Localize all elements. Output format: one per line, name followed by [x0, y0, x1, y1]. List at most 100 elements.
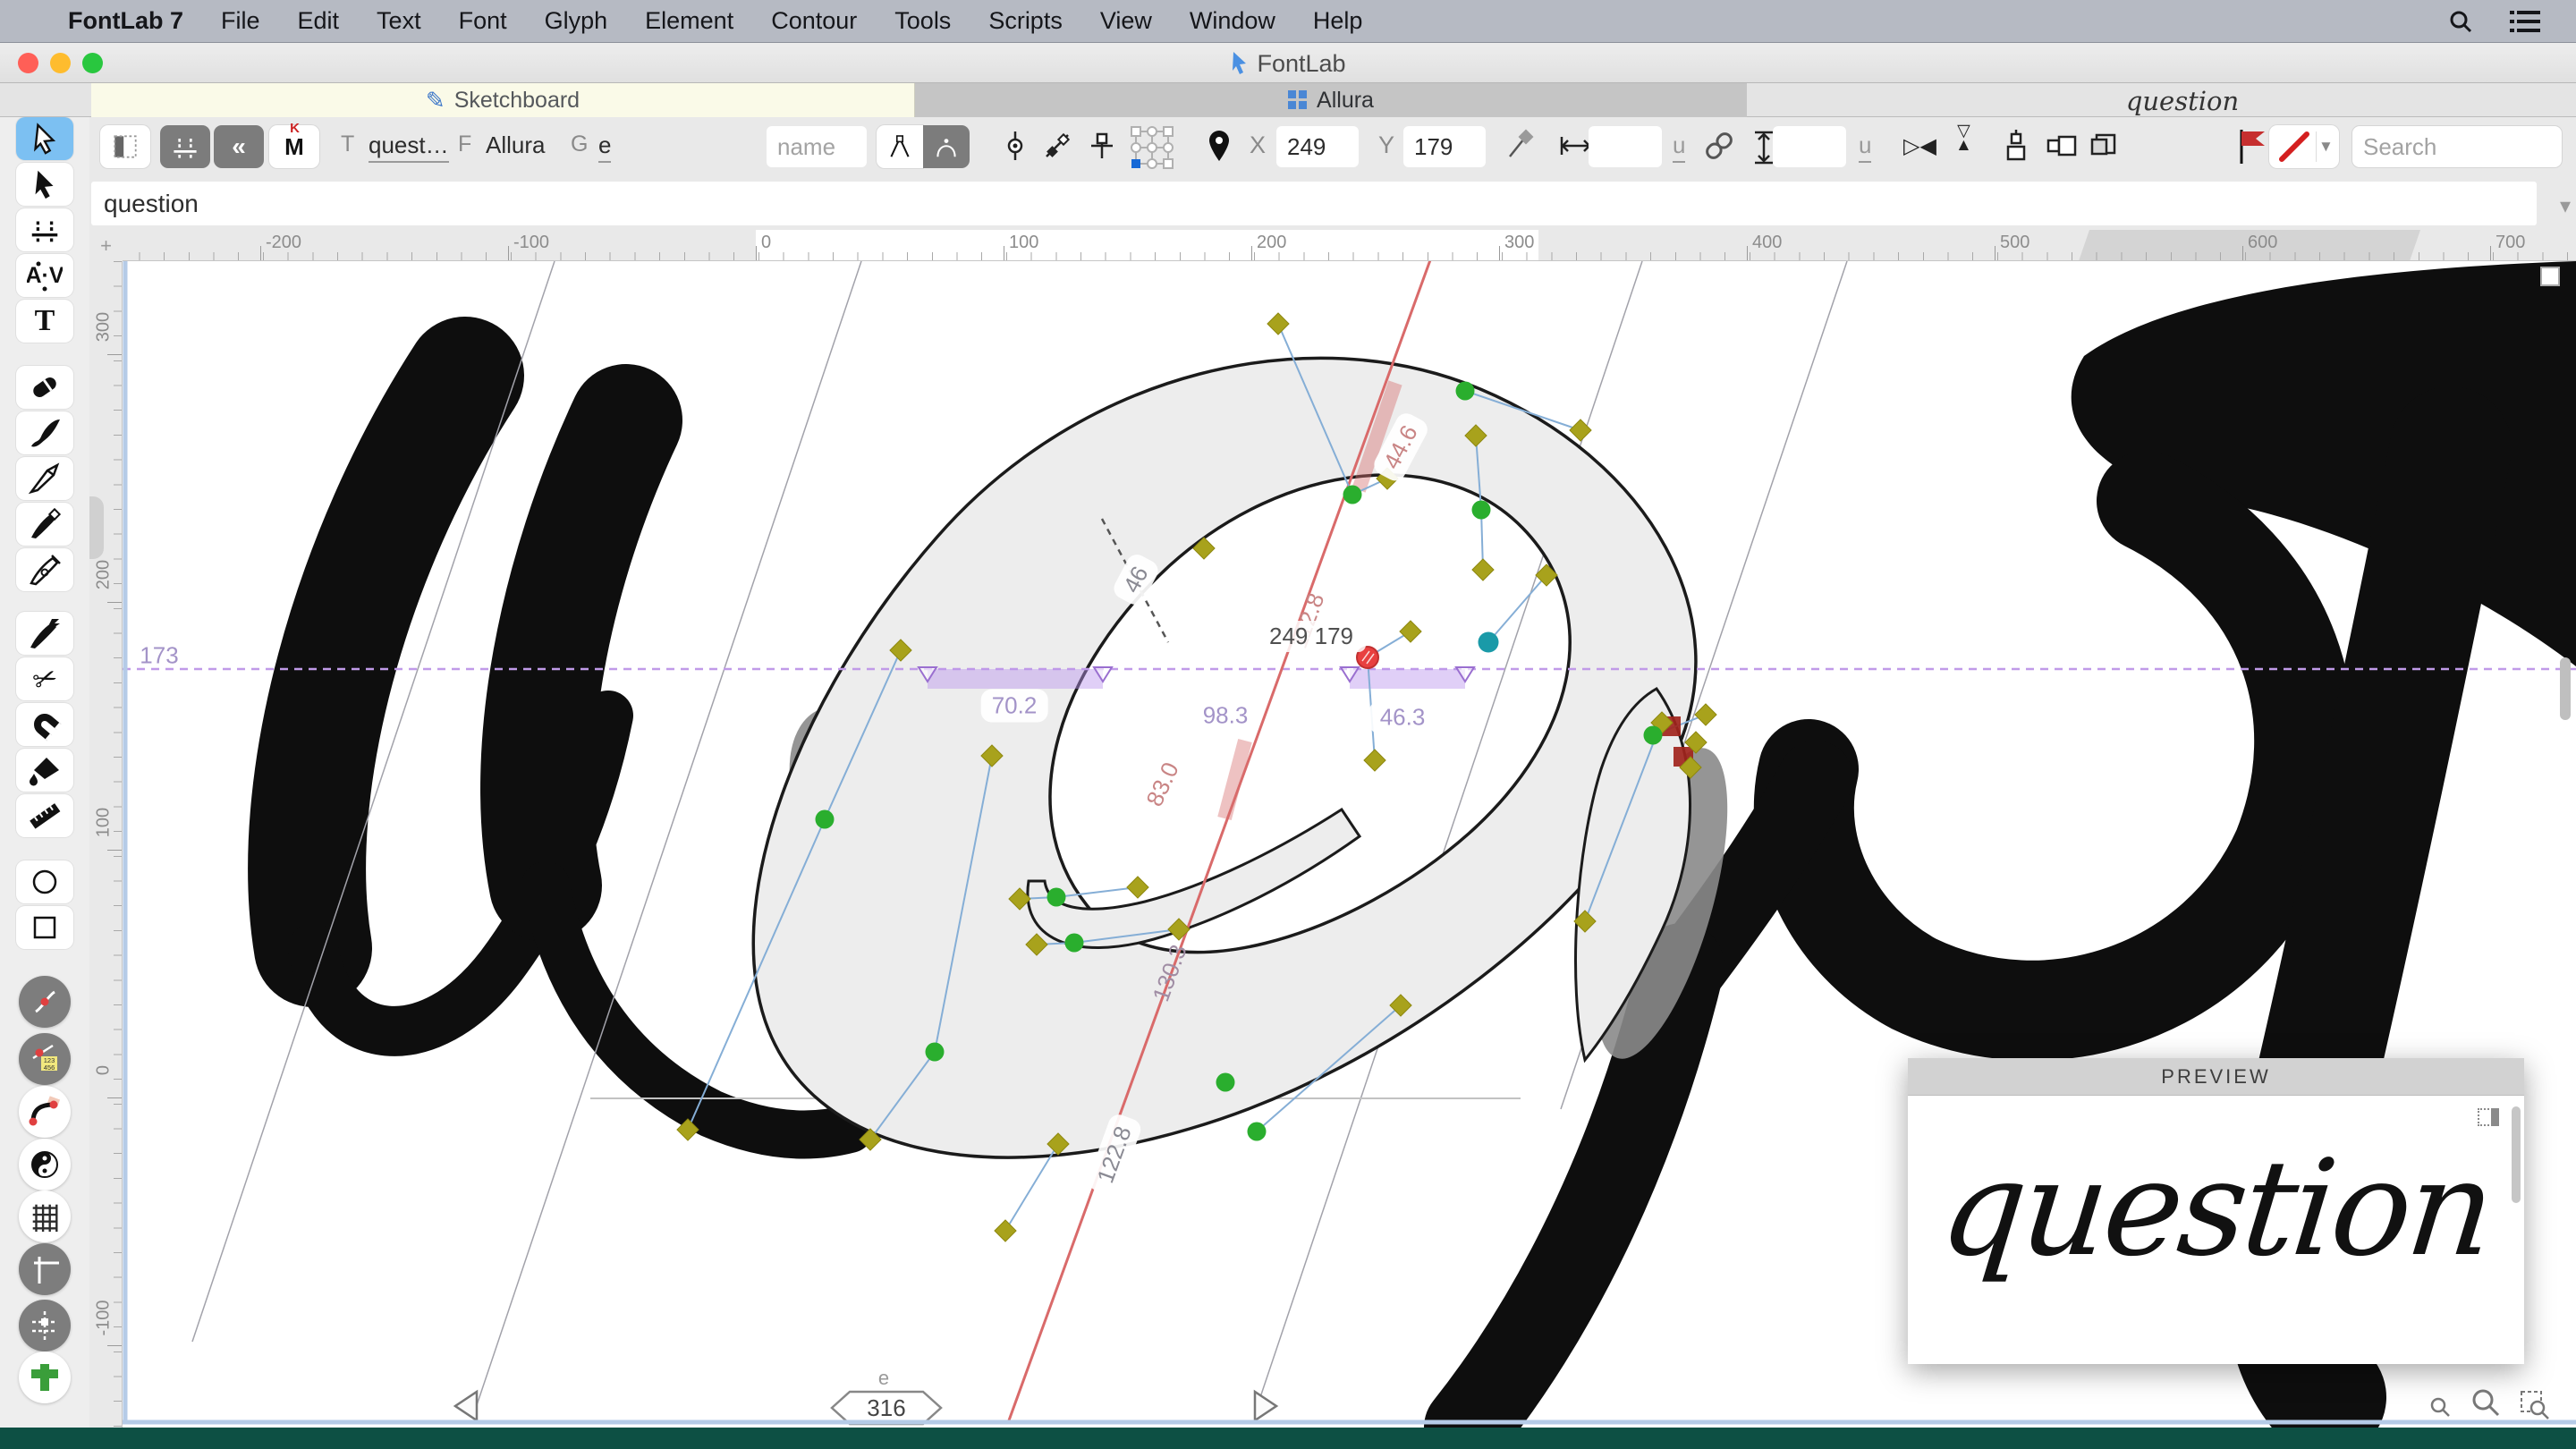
- menu-contour[interactable]: Contour: [771, 7, 857, 35]
- link-icon[interactable]: [1701, 128, 1737, 170]
- fill-tool[interactable]: [16, 749, 73, 792]
- tab-sketchboard[interactable]: ✎ Sketchboard: [91, 83, 915, 117]
- list-icon[interactable]: [2510, 10, 2540, 33]
- ruler-h-label: -200: [266, 233, 302, 252]
- window-title-bar[interactable]: FontLab: [0, 43, 2576, 83]
- menu-help[interactable]: Help: [1313, 7, 1363, 35]
- toggle-nodes[interactable]: [19, 976, 71, 1028]
- ruler-horizontal[interactable]: -200 -100 0 100 200 300 400 500 600 700: [89, 230, 2576, 261]
- metrics-mode-icon[interactable]: [160, 125, 210, 168]
- tab-preview-word: question: [2125, 86, 2240, 116]
- menu-file[interactable]: File: [221, 7, 260, 35]
- search-icon[interactable]: [2447, 8, 2474, 35]
- stroke-style-icon[interactable]: ▼: [2269, 125, 2339, 168]
- note-icon[interactable]: [2540, 267, 2560, 286]
- ruler-h-label: 400: [1752, 233, 1783, 252]
- text-tool[interactable]: T: [16, 300, 73, 343]
- kerning-mode-icon[interactable]: MK: [269, 121, 319, 168]
- slant-node-icon[interactable]: [1039, 128, 1075, 170]
- font-field-value[interactable]: Allura: [486, 131, 545, 159]
- cursor-icon: [1233, 52, 1247, 74]
- toggle-fill-preview[interactable]: [19, 1139, 71, 1191]
- width-input[interactable]: [1589, 126, 1662, 167]
- contour-tool[interactable]: [16, 117, 73, 160]
- bounds-icon[interactable]: [2045, 128, 2080, 170]
- tab-label: Allura: [1317, 87, 1374, 113]
- menu-glyph[interactable]: Glyph: [545, 7, 608, 35]
- preview-pane-icon[interactable]: [2478, 1108, 2499, 1126]
- preview-panel-title[interactable]: PREVIEW: [1908, 1058, 2524, 1096]
- glyph-field-value[interactable]: e: [598, 131, 612, 163]
- toggle-coordinates[interactable]: 123 456: [19, 1033, 71, 1085]
- smooth-curve-icon[interactable]: [923, 125, 970, 168]
- text-field-value[interactable]: quest…: [369, 131, 449, 163]
- toggle-snap[interactable]: [19, 1300, 71, 1352]
- ruler-vertical[interactable]: 300 200 100 0 -100: [89, 261, 123, 1428]
- x-field-label: X: [1250, 131, 1267, 158]
- flip-v-icon[interactable]: ▽ ▲: [1955, 123, 1972, 154]
- menu-bar: FontLab 7 File Edit Text Font Glyph Element Co…: [0, 0, 2576, 43]
- zoom-in-icon[interactable]: [2470, 1386, 2504, 1420]
- menu-element[interactable]: Element: [645, 7, 733, 35]
- menu-font[interactable]: Font: [459, 7, 507, 35]
- kerning-tool[interactable]: A·V: [16, 254, 73, 297]
- app-menu[interactable]: FontLab 7: [68, 7, 183, 35]
- toggle-corners[interactable]: [19, 1086, 71, 1138]
- menu-tools[interactable]: Tools: [894, 7, 951, 35]
- add-node-icon[interactable]: [1084, 128, 1120, 170]
- rapid-tool[interactable]: [16, 612, 73, 655]
- menu-scripts[interactable]: Scripts: [988, 7, 1063, 35]
- element-tool[interactable]: [16, 163, 73, 206]
- glyph-name-input[interactable]: [91, 182, 2537, 225]
- node-icon[interactable]: [997, 128, 1033, 170]
- knife-tool[interactable]: ✂: [16, 657, 73, 700]
- height-unit[interactable]: u: [1859, 131, 1872, 163]
- sharp-corner-icon[interactable]: [877, 125, 923, 168]
- eraser-tool[interactable]: [16, 366, 73, 409]
- ruler-h-label: 100: [1009, 233, 1039, 252]
- contour-pen-tool[interactable]: [16, 548, 73, 591]
- ellipse-tool[interactable]: [16, 860, 73, 903]
- font-field-label: F: [458, 131, 472, 157]
- chevron-down-icon[interactable]: ▾: [2560, 193, 2571, 219]
- ruler-h-label: 0: [761, 233, 772, 252]
- needle-icon[interactable]: [1501, 128, 1537, 170]
- rectangle-tool[interactable]: [16, 906, 73, 949]
- align-icon[interactable]: [2000, 128, 2032, 170]
- x-input[interactable]: [1276, 126, 1359, 167]
- menu-edit[interactable]: Edit: [298, 7, 340, 35]
- flag-icon[interactable]: [2236, 128, 2268, 172]
- search-input[interactable]: [2352, 126, 2562, 167]
- transform-origin-grid[interactable]: [1129, 124, 1175, 177]
- height-input[interactable]: [1773, 126, 1846, 167]
- y-field-label: Y: [1378, 131, 1395, 158]
- toggle-guides[interactable]: [19, 1243, 71, 1295]
- measure-tool[interactable]: [16, 794, 73, 837]
- pencil-tool[interactable]: [16, 457, 73, 500]
- flip-h-icon[interactable]: ▷◀: [1903, 133, 1936, 159]
- name-input[interactable]: [767, 126, 867, 167]
- menu-text[interactable]: Text: [377, 7, 421, 35]
- toggle-pixel-view[interactable]: [19, 1352, 71, 1403]
- y-input[interactable]: [1403, 126, 1486, 167]
- width-unit[interactable]: u: [1673, 131, 1686, 163]
- glyph-field-label: G: [571, 131, 589, 157]
- panel-left-icon[interactable]: [100, 125, 150, 168]
- tab-allura[interactable]: Allura: [915, 83, 1747, 117]
- pen-tool[interactable]: [16, 503, 73, 546]
- metrics-tool[interactable]: [16, 208, 73, 251]
- pin-icon[interactable]: [1203, 128, 1235, 170]
- prev-pair-icon[interactable]: «: [214, 125, 264, 168]
- toggle-grid[interactable]: [19, 1191, 71, 1242]
- menu-view[interactable]: View: [1100, 7, 1152, 35]
- brush-tool[interactable]: [16, 411, 73, 454]
- magnet-tool[interactable]: [16, 703, 73, 746]
- copy-icon[interactable]: [2086, 128, 2122, 170]
- ruler-corner[interactable]: +: [89, 230, 123, 261]
- canvas-scrollbar-thumb[interactable]: [2560, 657, 2571, 720]
- menu-window[interactable]: Window: [1190, 7, 1275, 35]
- zoom-out-icon[interactable]: [2428, 1395, 2453, 1420]
- preview-panel[interactable]: PREVIEW question: [1908, 1058, 2524, 1364]
- zoom-marquee-icon[interactable]: [2520, 1390, 2550, 1420]
- ruler-h-label: 500: [2000, 233, 2030, 252]
